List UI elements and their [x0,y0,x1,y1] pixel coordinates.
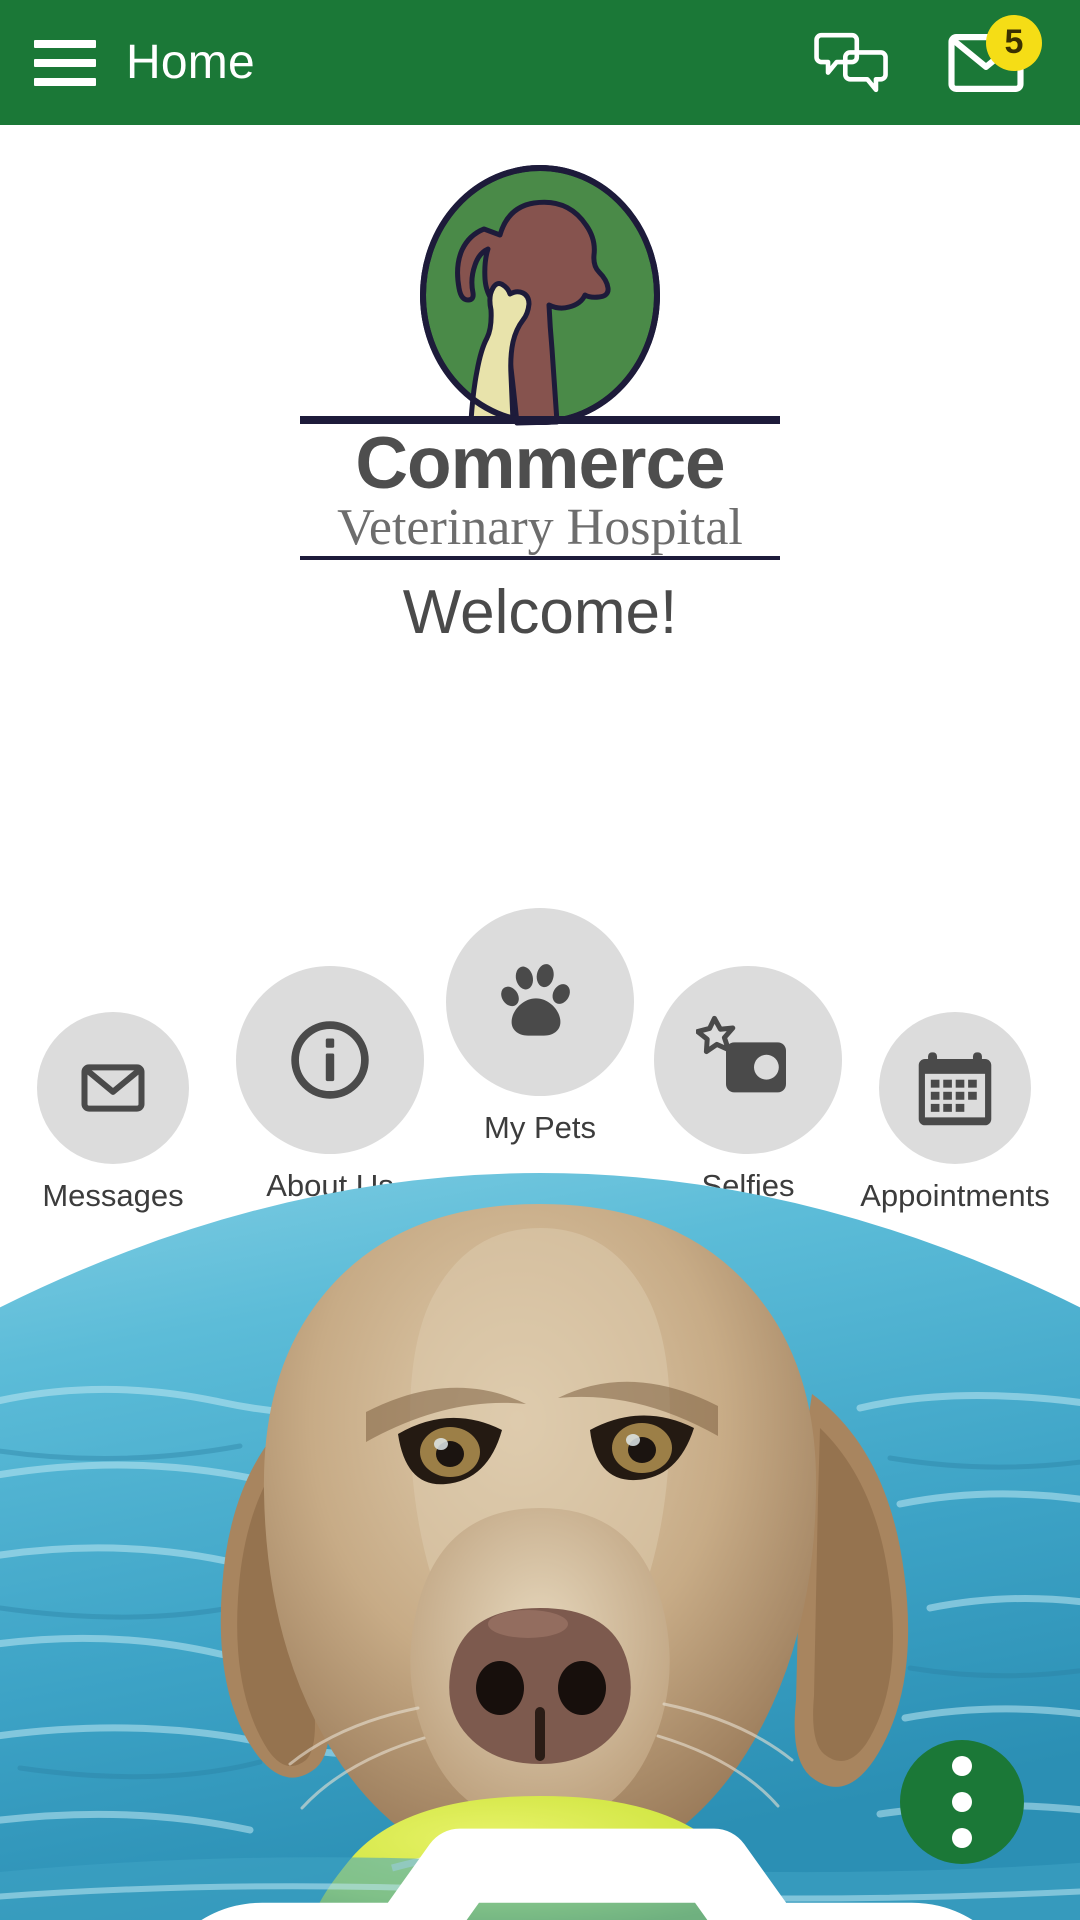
app-bar-actions: 5 [806,14,1046,109]
info-circle-icon [291,1021,369,1099]
mail-button[interactable]: 5 [940,14,1042,109]
clinic-logo-block: Commerce Veterinary Hospital Welcome! [0,160,1080,644]
shortcut-my-pets-circle [446,908,634,1096]
camera-star-icon [696,1015,786,1093]
more-vertical-icon-dot-3 [952,1828,972,1848]
app-root: Home 5 Commerce Veterinary Hospital Welc… [0,0,1080,1920]
app-bar: Home 5 [0,0,1080,125]
page-title: Home [126,35,255,89]
chat-button[interactable] [806,17,898,109]
logo-name-primary: Commerce [355,423,724,504]
mail-unread-badge: 5 [986,14,1042,71]
logo-name-secondary: Veterinary Hospital [337,499,743,556]
more-vertical-icon-dot-2 [952,1792,972,1812]
shortcut-row: Messages About Us My Pets Selfies Appoin… [0,800,1080,1213]
welcome-heading: Welcome! [402,578,678,647]
clinic-logo: Commerce Veterinary Hospital [300,165,780,560]
hamburger-menu-icon[interactable] [34,39,96,86]
camera-button[interactable] [47,1788,973,1920]
more-vertical-icon-dot-1 [952,1756,972,1776]
paw-print-icon [501,964,570,1036]
more-options-fab[interactable] [900,1740,1024,1864]
chat-bubbles-icon [814,32,888,92]
hero-photo [0,1108,1080,1920]
